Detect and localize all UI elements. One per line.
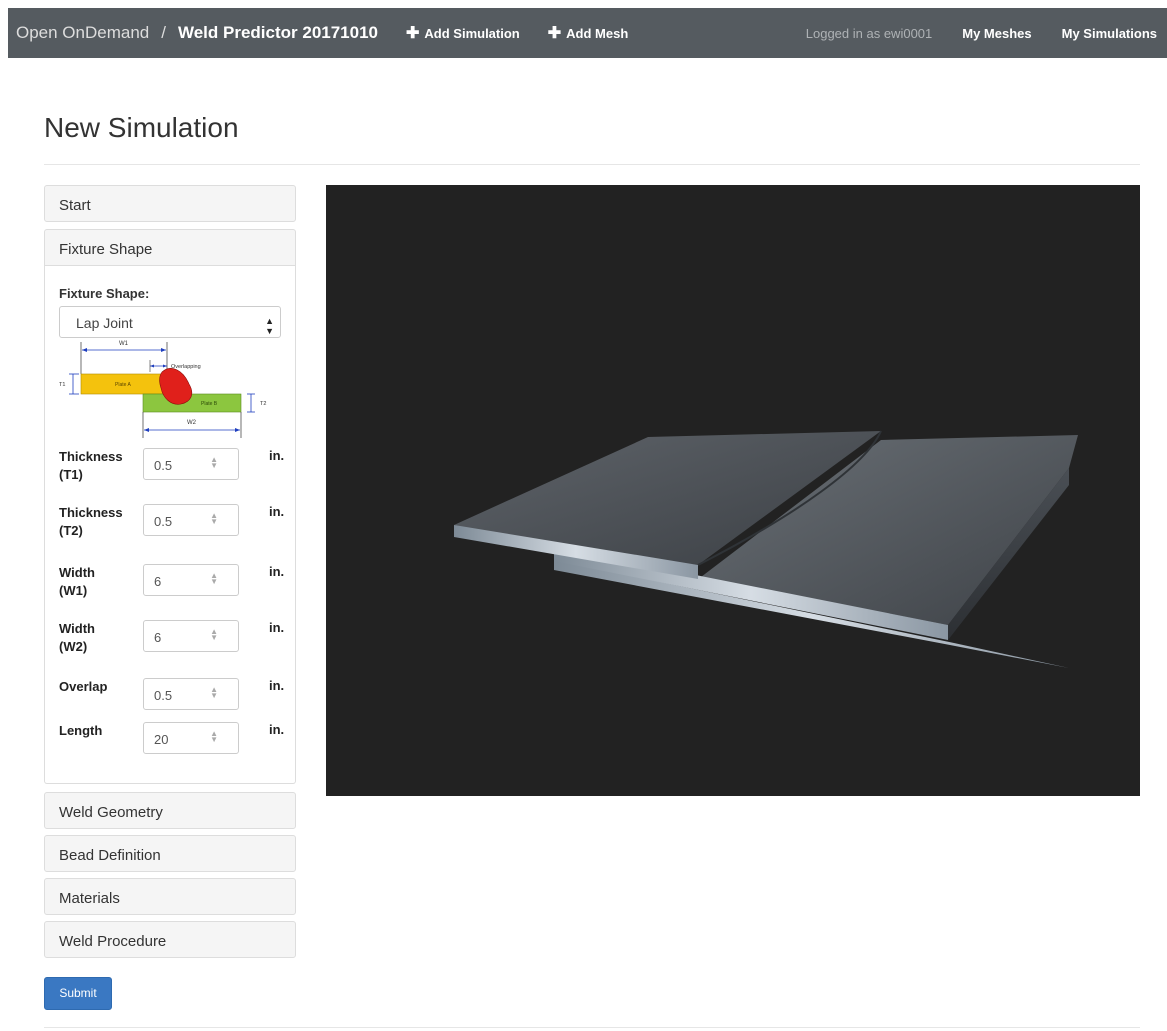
field-thickness-t1: Thickness (T1) 0.5 ▲ ▼ in.: [59, 448, 295, 488]
plate-b-shape: [142, 393, 242, 413]
panel-weld-geometry[interactable]: Weld Geometry: [44, 792, 296, 829]
3d-viewer[interactable]: [326, 185, 1140, 796]
w1-label: W1: [119, 341, 129, 347]
footer-divider: [44, 1027, 1140, 1028]
lap-joint-diagram: W1 Overlapping T1 Plate A Plate B T2 W2: [59, 341, 266, 438]
spinner-icon[interactable]: ▲ ▼: [210, 686, 218, 700]
fixture-shape-selected: Lap Joint: [76, 315, 133, 331]
plate-model-render: [454, 430, 1078, 668]
field-label: Thickness (T1): [59, 449, 123, 482]
t2-label: T2: [260, 401, 266, 407]
unit-label: in.: [269, 564, 285, 579]
field-label: Width (W2): [59, 621, 95, 654]
unit-label: in.: [269, 504, 285, 519]
my-meshes-link[interactable]: My Meshes: [962, 26, 1031, 41]
spinner-icon[interactable]: ▲ ▼: [210, 730, 218, 744]
brand-link[interactable]: Open OnDemand: [16, 23, 149, 42]
breadcrumb: Open OnDemand / Weld Predictor 20171010: [16, 23, 378, 43]
arrowhead-icon: [163, 364, 167, 368]
arrowhead-icon: [235, 428, 240, 432]
t1-label: T1: [59, 382, 65, 388]
spinner-icon[interactable]: ▲ ▼: [210, 512, 218, 526]
field-length: Length 20 ▲ ▼ in.: [59, 722, 295, 762]
panel-start[interactable]: Start: [44, 185, 296, 222]
add-mesh-link[interactable]: ✚ Add Mesh: [548, 23, 629, 43]
panel-fixture-shape[interactable]: Fixture Shape: [44, 229, 296, 266]
add-simulation-label: Add Simulation: [424, 26, 520, 41]
app-name-link[interactable]: Weld Predictor 20171010: [178, 23, 378, 42]
panel-weld-procedure[interactable]: Weld Procedure: [44, 921, 296, 958]
thickness-t2-input[interactable]: 0.5 ▲ ▼: [143, 504, 239, 536]
thickness-t1-input[interactable]: 0.5 ▲ ▼: [143, 448, 239, 480]
select-arrow-icon: ▲ ▼: [265, 316, 274, 336]
arrowhead-icon: [82, 348, 87, 352]
spinner-icon[interactable]: ▲ ▼: [210, 572, 218, 586]
plate-b-label: Plate B: [201, 401, 218, 407]
length-input[interactable]: 20 ▲ ▼: [143, 722, 239, 754]
plus-icon: ✚: [547, 25, 562, 42]
title-divider: [44, 164, 1140, 165]
unit-label: in.: [269, 620, 285, 635]
field-overlap: Overlap 0.5 ▲ ▼ in.: [59, 678, 295, 718]
arrowhead-icon: [144, 428, 149, 432]
submit-button[interactable]: Submit: [44, 977, 112, 1010]
arrowhead-icon: [161, 348, 166, 352]
panel-materials[interactable]: Materials: [44, 878, 296, 915]
arrowhead-icon: [150, 364, 154, 368]
unit-label: in.: [269, 678, 285, 693]
logged-in-text: Logged in as ewi0001: [805, 25, 933, 41]
page-title: New Simulation: [44, 112, 239, 143]
add-simulation-link[interactable]: ✚ Add Simulation: [406, 23, 520, 43]
spinner-icon[interactable]: ▲ ▼: [210, 628, 218, 642]
field-label: Overlap: [59, 679, 108, 694]
overlap-input[interactable]: 0.5 ▲ ▼: [143, 678, 239, 710]
plus-icon: ✚: [406, 25, 420, 42]
plate-a-label: Plate A: [115, 382, 132, 388]
field-label: Length: [59, 723, 103, 738]
width-w2-input[interactable]: 6 ▲ ▼: [143, 620, 239, 652]
w2-label: W2: [187, 420, 197, 426]
fixture-shape-panel-body: Fixture Shape: Lap Joint ▲ ▼ W1 Overlappi…: [44, 266, 296, 784]
field-width-w2: Width (W2) 6 ▲ ▼ in.: [59, 620, 295, 660]
breadcrumb-separator: /: [161, 23, 166, 42]
my-simulations-link[interactable]: My Simulations: [1062, 26, 1157, 41]
field-label: Width (W1): [59, 565, 95, 598]
fixture-shape-select[interactable]: Lap Joint ▲ ▼: [59, 306, 281, 338]
top-navbar: Open OnDemand / Weld Predictor 20171010 ✚ A…: [8, 8, 1167, 58]
add-mesh-label: Add Mesh: [566, 26, 629, 41]
unit-label: in.: [269, 448, 285, 463]
field-thickness-t2: Thickness (T2) 0.5 ▲ ▼ in.: [59, 504, 295, 544]
panel-bead-definition[interactable]: Bead Definition: [44, 835, 296, 872]
spinner-icon[interactable]: ▲ ▼: [210, 456, 218, 470]
field-width-w1: Width (W1) 6 ▲ ▼ in.: [59, 564, 295, 604]
field-label: Thickness (T2): [59, 505, 123, 538]
unit-label: in.: [269, 722, 285, 737]
fixture-shape-label: Fixture Shape:: [59, 286, 150, 301]
width-w1-input[interactable]: 6 ▲ ▼: [143, 564, 239, 596]
